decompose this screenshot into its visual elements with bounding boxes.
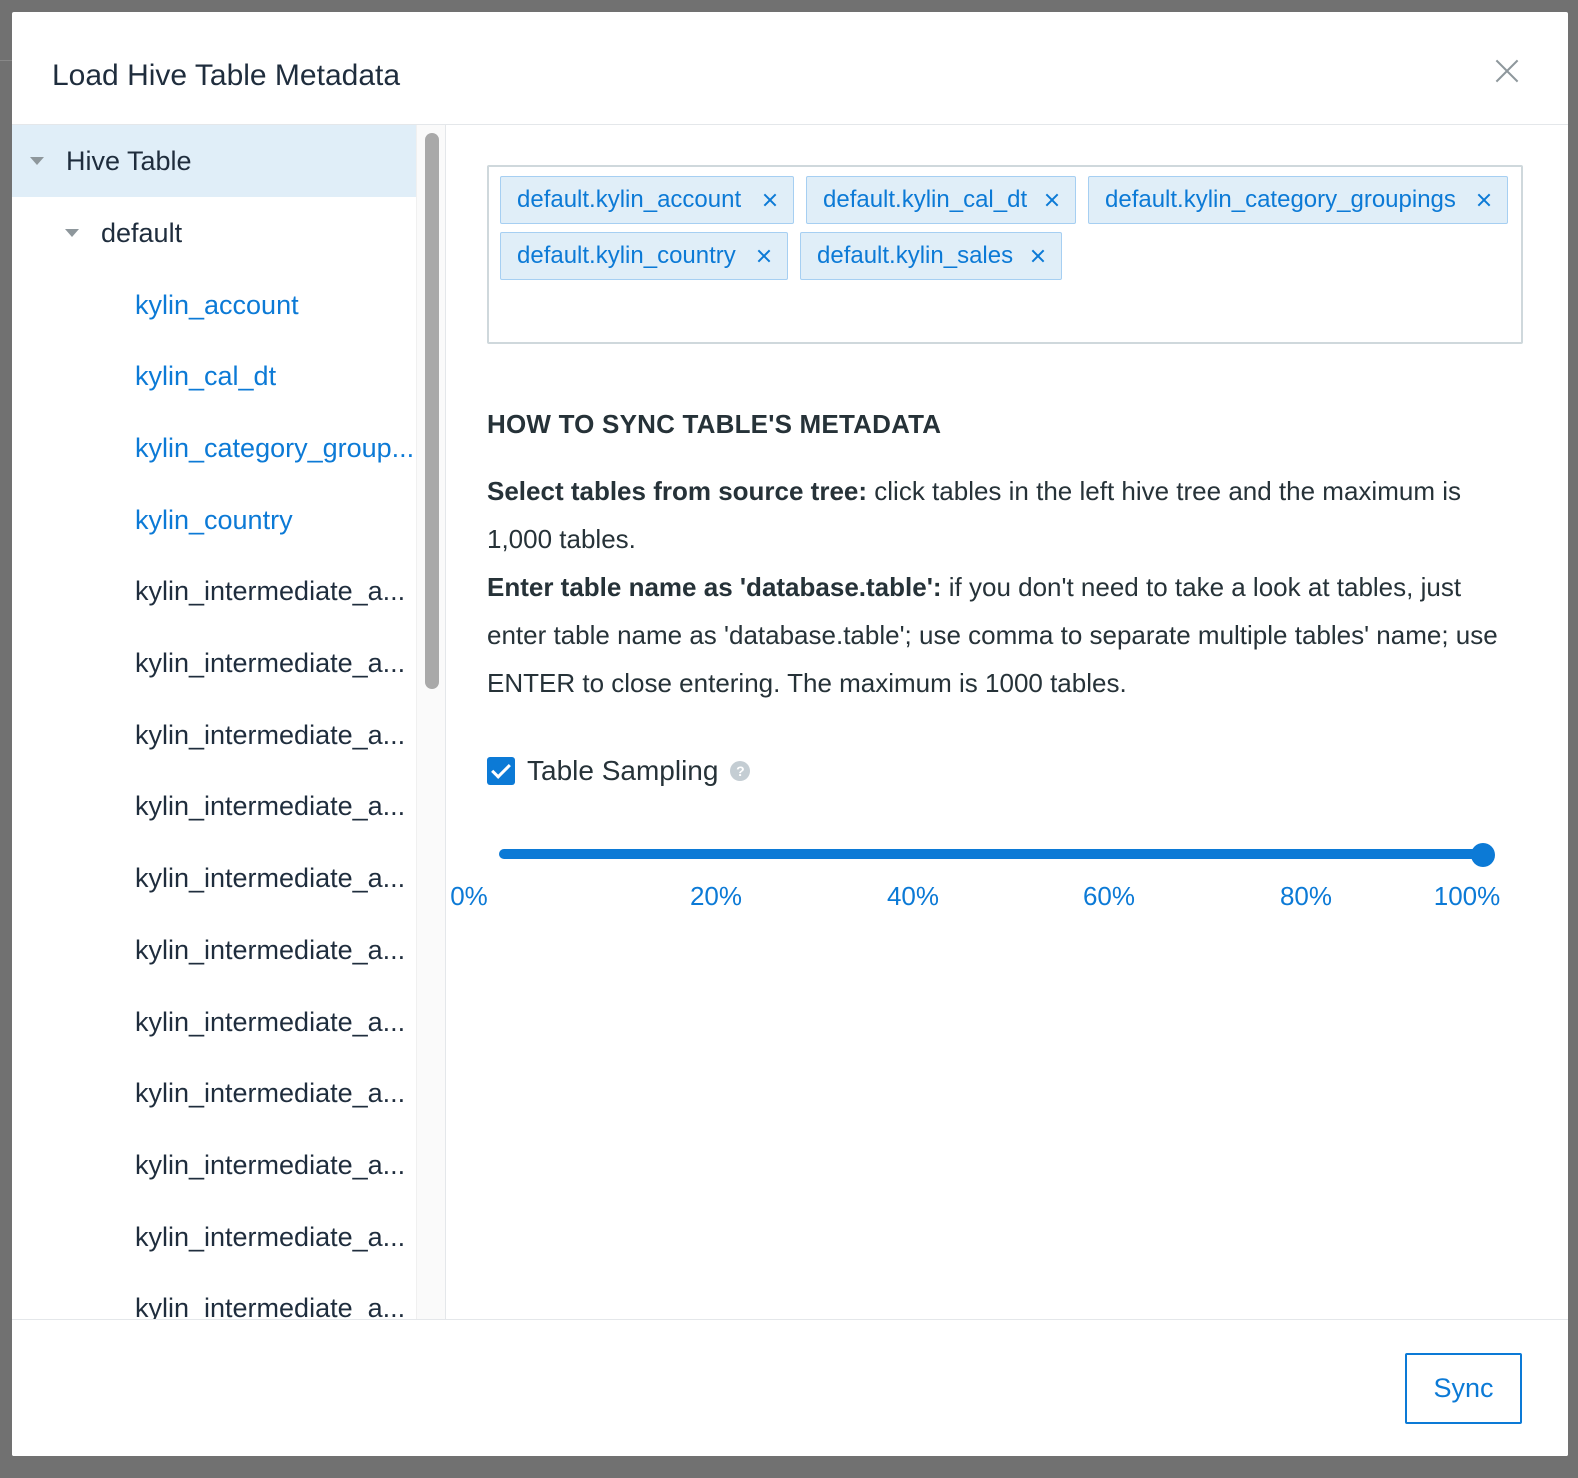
- howto-description: Select tables from source tree: click ta…: [487, 467, 1527, 707]
- tree-table-label: kylin_country: [135, 504, 293, 535]
- remove-tag-icon[interactable]: [1041, 189, 1063, 211]
- remove-tag-icon[interactable]: [1027, 245, 1049, 267]
- tree-table-item[interactable]: kylin_account: [12, 269, 416, 341]
- tree-table-label: kylin_intermediate_a...: [135, 791, 406, 822]
- remove-tag-icon[interactable]: [759, 189, 781, 211]
- slider-tick-label[interactable]: 40%: [887, 881, 939, 912]
- selected-table-tag: default.kylin_account: [500, 176, 794, 224]
- hive-tree-panel: Hive Table default kylin_account kylin_ca…: [12, 125, 446, 1319]
- tree-table-item[interactable]: kylin_intermediate_a...: [12, 914, 416, 986]
- tree-table-item[interactable]: kylin_country: [12, 484, 416, 556]
- tree-table-label: kylin_account: [135, 289, 299, 320]
- dialog-footer: Sync: [12, 1319, 1568, 1456]
- tree-table-label: kylin_intermediate_a...: [135, 934, 406, 965]
- remove-tag-icon[interactable]: [1473, 189, 1495, 211]
- selected-table-tag: default.kylin_sales: [800, 232, 1062, 280]
- table-sampling-label[interactable]: Table Sampling: [527, 755, 718, 787]
- selected-table-tag: default.kylin_cal_dt: [806, 176, 1076, 224]
- table-sampling-checkbox[interactable]: [487, 757, 515, 785]
- selected-table-tag-label: default.kylin_account: [517, 186, 742, 213]
- tree-table-label: kylin_intermediate_a...: [135, 576, 406, 607]
- tree-table-item[interactable]: kylin_cal_dt: [12, 341, 416, 413]
- tree-table-item[interactable]: kylin_intermediate_a...: [12, 556, 416, 628]
- tree-table-label: kylin_intermediate_a...: [135, 863, 406, 894]
- howto-p1-heading: Select tables from source tree:: [487, 476, 868, 506]
- tree-table-label: kylin_category_group...: [135, 432, 415, 463]
- selected-table-tag-label: default.kylin_category_groupings: [1105, 186, 1456, 213]
- tree-scrollbar-thumb[interactable]: [425, 133, 439, 689]
- close-icon[interactable]: [1490, 54, 1524, 88]
- slider-fill: [499, 849, 1483, 859]
- tree-table-item[interactable]: kylin_intermediate_a...: [12, 986, 416, 1058]
- tree-table-label: kylin_intermediate_a...: [135, 648, 406, 678]
- dialog-header: Load Hive Table Metadata: [12, 12, 1568, 125]
- selected-table-tag: default.kylin_country: [500, 232, 788, 280]
- slider-tick-label[interactable]: 80%: [1280, 881, 1332, 912]
- howto-title: HOW TO SYNC TABLE'S METADATA: [487, 409, 942, 439]
- slider-tick-label[interactable]: 0%: [450, 881, 488, 912]
- sampling-percent-slider[interactable]: [499, 843, 1495, 867]
- sync-content: default.kylin_account default.kylin_cal_d…: [447, 125, 1568, 1319]
- caret-down-icon[interactable]: [65, 229, 79, 237]
- tree-table-label: kylin_cal_dt: [135, 361, 277, 392]
- slider-handle[interactable]: [1471, 843, 1495, 867]
- tree-table-item[interactable]: kylin_intermediate_a...: [12, 1201, 416, 1273]
- load-hive-table-dialog: Load Hive Table Metadata Hive Table defa…: [12, 12, 1568, 1456]
- tree-table-label: kylin_intermediate_a...: [135, 1006, 406, 1037]
- tree-table-label: kylin_intermediate_a...: [135, 719, 406, 750]
- selected-table-tag-label: default.kylin_sales: [817, 242, 1014, 269]
- tree-node-label: default: [101, 217, 183, 248]
- tree-scrollbar[interactable]: [416, 125, 445, 1319]
- dialog-title: Load Hive Table Metadata: [52, 59, 401, 92]
- howto-p2-heading: Enter table name as 'database.table':: [487, 572, 942, 602]
- caret-down-icon[interactable]: [30, 157, 44, 165]
- tree-table-item[interactable]: kylin_intermediate_a...: [12, 1129, 416, 1201]
- tree-table-item[interactable]: kylin_intermediate_a...: [12, 1058, 416, 1130]
- slider-tick-label[interactable]: 60%: [1083, 881, 1135, 912]
- remove-tag-icon[interactable]: [753, 245, 775, 267]
- tree-table-item[interactable]: kylin_intermediate_a...: [12, 1273, 416, 1319]
- tree-node-hive-table[interactable]: Hive Table: [12, 125, 416, 197]
- selected-table-tag: default.kylin_category_groupings: [1088, 176, 1508, 224]
- tree-table-label: kylin_intermediate_a...: [135, 1221, 406, 1252]
- slider-tick-label[interactable]: 20%: [690, 881, 742, 912]
- table-sampling-row: Table Sampling ?: [487, 751, 751, 791]
- tree-table-item[interactable]: kylin_category_group...: [12, 412, 416, 484]
- hive-tree: Hive Table default kylin_account kylin_ca…: [12, 125, 416, 1319]
- tree-node-default-db[interactable]: default: [12, 197, 416, 269]
- tree-table-label: kylin_intermediate_a...: [135, 1078, 406, 1109]
- help-icon[interactable]: ?: [730, 761, 751, 781]
- tree-table-item[interactable]: kylin_intermediate_a...: [12, 771, 416, 843]
- selected-table-tag-label: default.kylin_country: [517, 242, 736, 269]
- backdrop-edge: [0, 60, 12, 61]
- tree-node-label: Hive Table: [66, 145, 192, 176]
- tree-table-label: kylin_intermediate_a...: [135, 1293, 406, 1319]
- tree-table-label: kylin_intermediate_a...: [135, 1149, 406, 1180]
- sync-button[interactable]: Sync: [1405, 1353, 1522, 1424]
- tree-table-item[interactable]: kylin_intermediate_a...: [12, 628, 416, 700]
- tree-table-item[interactable]: kylin_intermediate_a...: [12, 699, 416, 771]
- table-name-input[interactable]: default.kylin_account default.kylin_cal_d…: [487, 165, 1523, 344]
- tree-table-item[interactable]: kylin_intermediate_a...: [12, 843, 416, 915]
- slider-tick-label[interactable]: 100%: [1434, 881, 1501, 912]
- selected-table-tag-label: default.kylin_cal_dt: [823, 186, 1028, 213]
